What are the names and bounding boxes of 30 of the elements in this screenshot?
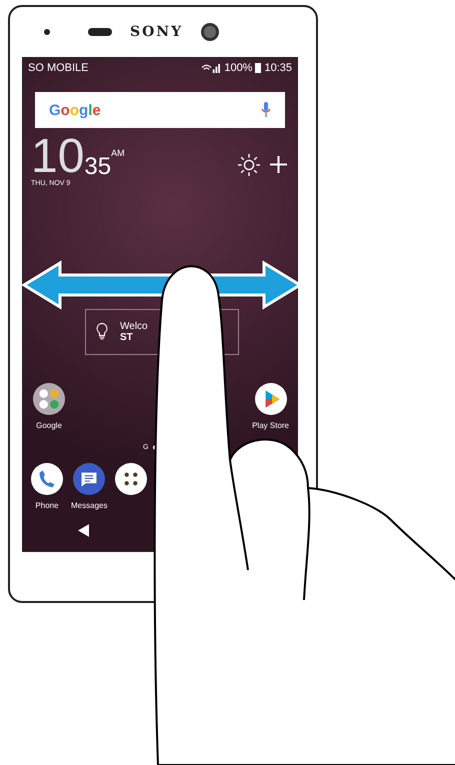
sun-icon[interactable] [238,154,260,176]
app-shortcut[interactable]: Messages [71,463,108,510]
clock-ampm: AM [111,148,125,158]
signal-icon [201,64,222,72]
folder-icon [33,383,65,415]
apps-grid-icon [115,463,148,495]
camera-icon [201,23,220,41]
lightbulb-icon [96,322,108,342]
welcome-subtitle: ST [120,332,133,343]
phone-icon [31,463,63,495]
app-shortcut[interactable]: Play Store [252,383,289,430]
brand-logo: SONY [130,24,184,40]
search-logo: Google [49,102,101,118]
back-icon[interactable] [78,524,89,537]
status-time: 10:35 [264,62,292,74]
search-bar[interactable]: Google [35,92,285,128]
battery-icon [255,63,262,73]
clock-hour: 10 [31,134,84,180]
add-icon[interactable] [270,156,287,173]
clock-minute: 35 [84,154,112,180]
app-shortcut[interactable]: Phone [31,463,63,510]
microphone-icon[interactable] [261,102,271,118]
sensor-icon [44,29,50,35]
speaker-icon [88,28,112,36]
app-shortcut[interactable]: Google [33,383,65,430]
battery-level: 100% [224,62,252,74]
play-icon [254,383,287,415]
chat-icon [73,463,106,495]
carrier-name: SO MOBILE [28,62,89,74]
welcome-title: Welco [120,321,148,332]
